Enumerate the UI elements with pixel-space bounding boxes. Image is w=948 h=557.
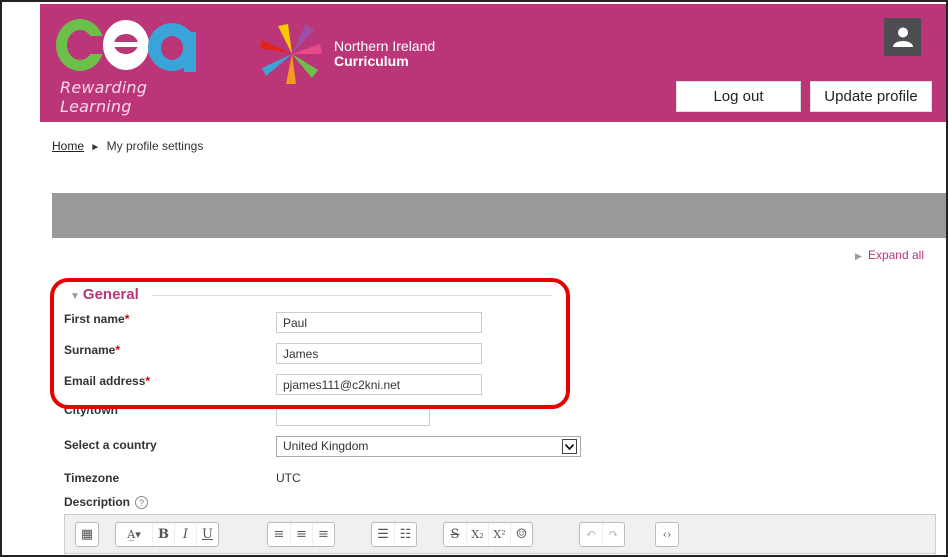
italic-icon[interactable]: I: [174, 523, 196, 546]
general-section-toggle[interactable]: ▼ General: [70, 286, 139, 303]
first-name-input[interactable]: [276, 312, 482, 333]
unordered-list-icon[interactable]: ☰: [372, 523, 394, 546]
timezone-label: Timezone: [64, 471, 120, 485]
required-icon: *: [124, 312, 130, 326]
page-frame: Rewarding Learning Northern Ireland Curr…: [0, 0, 948, 557]
toggle-toolbar-icon[interactable]: ▦: [76, 523, 98, 546]
undo-icon[interactable]: ↶: [580, 523, 602, 546]
ordered-list-icon[interactable]: ☷: [394, 523, 416, 546]
email-input[interactable]: [276, 374, 482, 395]
required-icon: *: [145, 374, 151, 388]
breadcrumb-current: My profile settings: [106, 139, 204, 153]
superscript-icon[interactable]: X²: [488, 523, 510, 546]
help-icon[interactable]: ?: [135, 496, 149, 510]
toolbar-group: A̲▾ B I U: [115, 522, 219, 547]
toolbar-group: ≡ ≡ ≡: [267, 522, 335, 547]
breadcrumb-home-link[interactable]: Home: [52, 139, 84, 153]
ni-logo-line1: Northern Ireland: [334, 38, 436, 54]
required-icon: *: [115, 343, 121, 357]
strikethrough-icon[interactable]: S: [444, 523, 466, 546]
breadcrumb-separator-icon: ►: [90, 142, 101, 153]
surname-label: Surname*: [64, 343, 120, 357]
logout-button[interactable]: Log out: [676, 81, 801, 112]
ni-logo-line2: Curriculum: [334, 53, 409, 69]
cea-tagline: Rewarding Learning: [60, 78, 148, 116]
general-legend-label: General: [82, 286, 139, 303]
subscript-icon[interactable]: X₂: [466, 523, 488, 546]
underline-icon[interactable]: U: [196, 523, 218, 546]
surname-label-text: Surname: [64, 343, 116, 357]
site-header: Rewarding Learning Northern Ireland Curr…: [40, 4, 946, 122]
breadcrumb: Home ► My profile settings: [52, 139, 203, 153]
email-label: Email address*: [64, 374, 150, 388]
align-center-icon[interactable]: ≡: [290, 523, 312, 546]
html-source-icon[interactable]: ‹›: [656, 523, 678, 546]
toolbar-group: ↶ ↷: [579, 522, 625, 547]
country-selected-value: United Kingdom: [283, 439, 369, 453]
editor-toolbar: ▦ A̲▾ B I U ≡ ≡ ≡ ☰ ☷ S X₂ X² ☺ ↶ ↷ ‹›: [64, 514, 936, 554]
timezone-value: UTC: [276, 471, 301, 485]
collapse-triangle-icon: ▼: [70, 291, 80, 302]
toolbar-group: ☰ ☷: [371, 522, 417, 547]
toolbar-group: ▦: [75, 522, 99, 547]
align-right-icon[interactable]: ≡: [312, 523, 334, 546]
first-name-label-text: First name: [64, 312, 125, 326]
description-label-text: Description: [64, 495, 131, 509]
expand-all-link[interactable]: ▶ Expand all: [855, 248, 924, 262]
cea-logo[interactable]: Rewarding Learning: [52, 14, 212, 116]
ni-curriculum-logo[interactable]: Northern Ireland Curriculum: [258, 22, 458, 92]
expand-triangle-icon: ▶: [855, 251, 862, 261]
flower-icon: [260, 24, 322, 84]
user-avatar[interactable]: [884, 18, 921, 56]
country-select[interactable]: United Kingdom: [276, 436, 581, 457]
bold-icon[interactable]: B: [152, 523, 174, 546]
user-icon: [892, 27, 913, 47]
description-label: Description?: [64, 495, 149, 510]
expand-all-label: Expand all: [867, 248, 924, 262]
cea-logo-mark: [56, 19, 196, 72]
country-label: Select a country: [64, 438, 157, 452]
city-input[interactable]: [276, 405, 430, 426]
chevron-down-icon: [562, 439, 577, 454]
fieldset-divider: [152, 295, 552, 296]
update-profile-button[interactable]: Update profile: [810, 81, 932, 112]
city-label: City/town: [64, 403, 118, 417]
email-label-text: Email address: [64, 374, 146, 388]
align-left-icon[interactable]: ≡: [268, 523, 290, 546]
font-size-icon[interactable]: A̲▾: [116, 523, 152, 546]
emoticon-icon[interactable]: ☺: [510, 523, 532, 546]
page-heading-bar: [52, 193, 946, 238]
toolbar-group: ‹›: [655, 522, 679, 547]
surname-input[interactable]: [276, 343, 482, 364]
redo-icon[interactable]: ↷: [602, 523, 624, 546]
first-name-label: First name*: [64, 312, 129, 326]
toolbar-group: S X₂ X² ☺: [443, 522, 533, 547]
